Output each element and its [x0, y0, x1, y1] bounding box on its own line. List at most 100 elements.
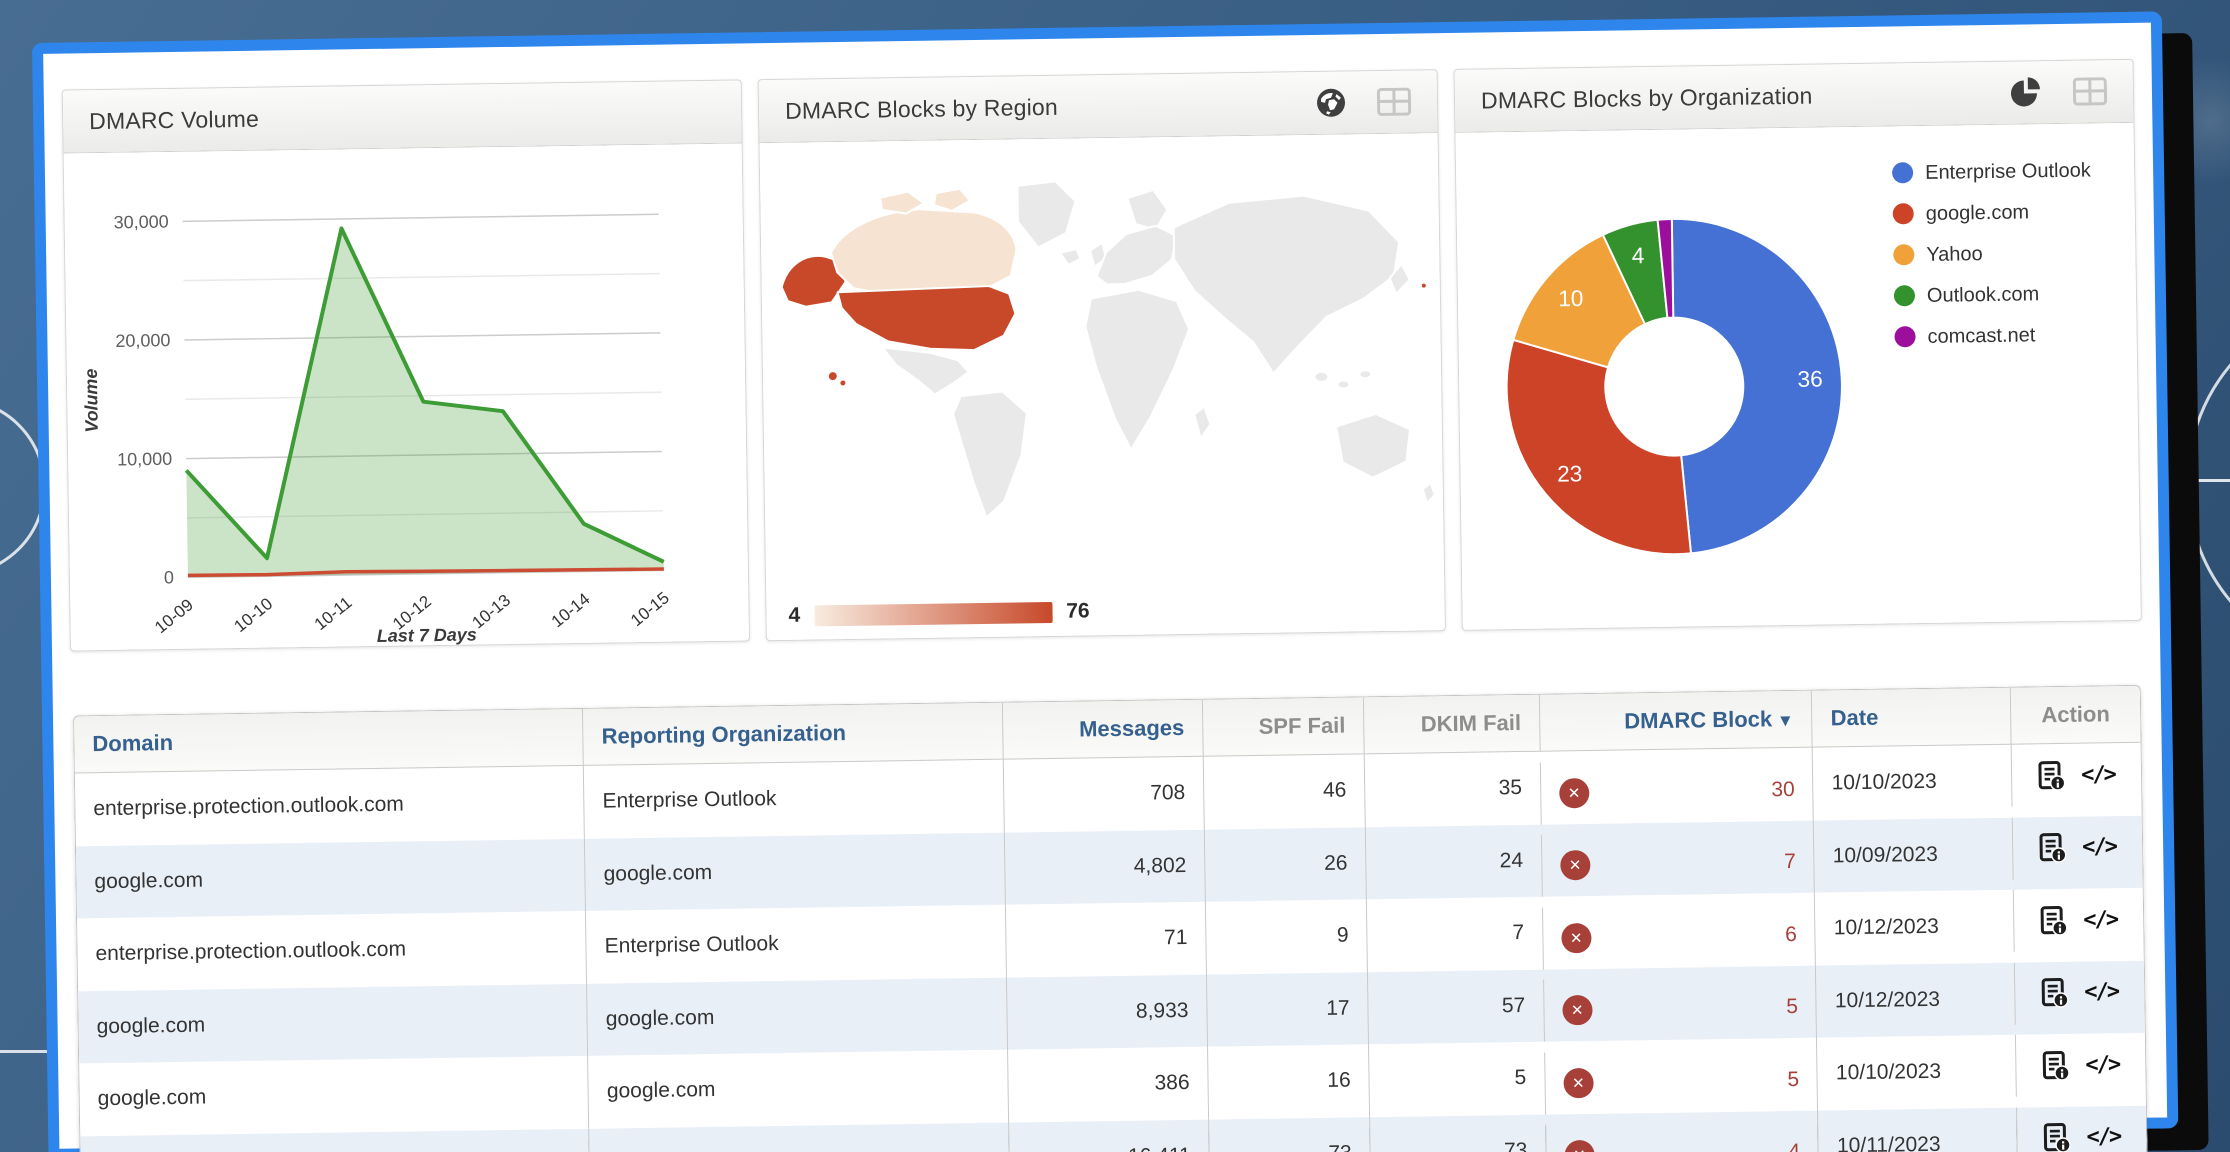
- legend-swatch: [1893, 203, 1914, 224]
- table-icon[interactable]: [1377, 88, 1411, 117]
- svg-text:0: 0: [164, 567, 174, 587]
- donut-chart-body: 3623104 Enterprise Outlookgoogle.comYaho…: [1455, 123, 2140, 630]
- report-info-icon[interactable]: [2043, 1122, 2070, 1152]
- block-status-icon: ✕: [1559, 777, 1589, 807]
- legend-label: Enterprise Outlook: [1925, 157, 2091, 185]
- legend-label: Outlook.com: [1927, 281, 2040, 309]
- action-cell: </>: [2010, 743, 2141, 807]
- dmarc-block-cell: ✕5: [1543, 976, 1817, 1042]
- legend-item: google.com: [1893, 198, 2115, 227]
- svg-text:23: 23: [1557, 460, 1583, 486]
- svg-text:30,000: 30,000: [113, 212, 168, 233]
- col-header-dmarc-block[interactable]: DMARC Block ▼: [1539, 691, 1813, 752]
- dmarc-block-cell: ✕7: [1541, 831, 1815, 897]
- report-info-icon[interactable]: [2042, 1049, 2069, 1080]
- col-header-date[interactable]: Date: [1811, 688, 2010, 748]
- cell-dkim-fail: 24: [1365, 824, 1542, 899]
- report-info-icon[interactable]: [2041, 977, 2068, 1008]
- cell-date: 10/09/2023: [1813, 817, 2012, 892]
- map-region-philippines: [1359, 370, 1371, 378]
- world-choropleth-map: [760, 139, 1444, 589]
- dmarc-report-table-wrap: DomainReporting OrganizationMessagesSPF …: [73, 685, 2148, 1152]
- block-status-icon: ✕: [1562, 995, 1592, 1025]
- col-header-action[interactable]: Action: [2010, 686, 2141, 745]
- code-icon[interactable]: </>: [2085, 1052, 2119, 1077]
- block-status-icon: ✕: [1564, 1140, 1594, 1152]
- col-header-dkim-fail[interactable]: DKIM Fail: [1363, 695, 1539, 755]
- col-header-reporting-organization[interactable]: Reporting Organization: [582, 703, 1002, 766]
- code-icon[interactable]: </>: [2086, 1124, 2120, 1149]
- map-region-canada[interactable]: [830, 208, 1017, 296]
- code-icon[interactable]: </>: [2083, 907, 2117, 932]
- pie-slice-google.com[interactable]: [1506, 337, 1691, 556]
- report-info-icon[interactable]: [2038, 759, 2065, 790]
- block-status-icon: ✕: [1561, 922, 1591, 952]
- cell-dkim-fail: 7: [1366, 897, 1543, 972]
- dmarc-block-count: 5: [1787, 1067, 1799, 1091]
- map-region-australia: [1336, 413, 1411, 478]
- col-header-domain[interactable]: Domain: [74, 709, 583, 774]
- organization-donut-chart: 3623104: [1460, 135, 1891, 625]
- legend-label: comcast.net: [1927, 322, 2035, 350]
- map-region-pacific-dot[interactable]: [1421, 283, 1427, 289]
- map-region-indonesia-1: [1314, 372, 1328, 382]
- svg-text:36: 36: [1797, 365, 1823, 391]
- col-header-messages[interactable]: Messages: [1002, 700, 1203, 760]
- dmarc-block-count: 7: [1784, 850, 1796, 874]
- map-region-scandinavia: [1127, 190, 1167, 230]
- table-icon[interactable]: [2073, 77, 2107, 106]
- cell-messages: 386: [1007, 1047, 1208, 1122]
- code-icon[interactable]: </>: [2082, 834, 2116, 859]
- panel-header: DMARC Volume: [63, 80, 742, 153]
- map-region-arctic-2[interactable]: [934, 189, 970, 211]
- svg-text:10-09: 10-09: [151, 595, 197, 637]
- legend-swatch: [1894, 285, 1915, 306]
- map-region-iceland: [1060, 249, 1080, 265]
- pie-icon[interactable]: [2009, 75, 2044, 110]
- map-region-europe: [1096, 225, 1177, 284]
- legend-item: Outlook.com: [1894, 280, 2116, 309]
- code-icon[interactable]: </>: [2084, 979, 2118, 1004]
- legend-item: comcast.net: [1894, 321, 2116, 350]
- legend-swatch: [1893, 244, 1914, 265]
- cell-spf-fail: 16: [1207, 1044, 1369, 1119]
- report-info-icon[interactable]: [2040, 904, 2067, 935]
- cell-date: 10/10/2023: [1816, 1035, 2015, 1110]
- map-region-hawaii-2[interactable]: [839, 379, 846, 386]
- chart-panels-row: DMARC Volume 010,00020,00030,00010-0910-…: [62, 59, 2142, 652]
- volume-chart-body: 010,00020,00030,00010-0910-1010-1110-121…: [64, 143, 749, 650]
- legend-item: Yahoo: [1893, 239, 2115, 268]
- decor-line-right: [2182, 479, 2230, 482]
- cell-spf-fail: 9: [1205, 899, 1367, 974]
- panel-header: DMARC Blocks by Organization: [1455, 60, 2134, 133]
- dmarc-block-count: 30: [1771, 777, 1795, 801]
- cell-date: 10/12/2023: [1814, 890, 2013, 965]
- panel-title: DMARC Volume: [89, 105, 259, 135]
- action-cell: </>: [2015, 1033, 2146, 1097]
- svg-text:20,000: 20,000: [115, 330, 170, 351]
- cell-messages: 16,411: [1008, 1119, 1209, 1152]
- dmarc-block-cell: ✕4: [1545, 1121, 1819, 1152]
- cell-spf-fail: 46: [1203, 754, 1365, 829]
- cell-domain: google.com: [78, 983, 587, 1063]
- sort-desc-icon: ▼: [1772, 711, 1794, 730]
- report-info-icon[interactable]: [2039, 832, 2066, 863]
- legend-label: Yahoo: [1926, 241, 1983, 268]
- cell-messages: 8,933: [1006, 974, 1207, 1049]
- cell-spf-fail: 73: [1208, 1117, 1370, 1152]
- cell-dkim-fail: 5: [1368, 1042, 1545, 1117]
- svg-text:10-15: 10-15: [627, 588, 673, 630]
- volume-area-chart: 010,00020,00030,00010-0910-1010-1110-121…: [64, 143, 749, 650]
- cell-messages: 71: [1005, 902, 1206, 977]
- code-icon[interactable]: </>: [2081, 762, 2115, 787]
- cell-domain: google.com: [79, 1056, 588, 1136]
- map-region-usa[interactable]: [838, 286, 1016, 352]
- cell-reporting-organization: google.com: [587, 1050, 1007, 1129]
- cell-dkim-fail: 57: [1367, 969, 1544, 1044]
- col-header-spf-fail[interactable]: SPF Fail: [1202, 697, 1364, 756]
- legend-item: Enterprise Outlook: [1892, 157, 2114, 186]
- dmarc-block-count: 5: [1786, 995, 1798, 1019]
- map-region-hawaii[interactable]: [828, 371, 838, 381]
- globe-icon[interactable]: [1315, 87, 1347, 119]
- cell-spf-fail: 17: [1206, 972, 1368, 1047]
